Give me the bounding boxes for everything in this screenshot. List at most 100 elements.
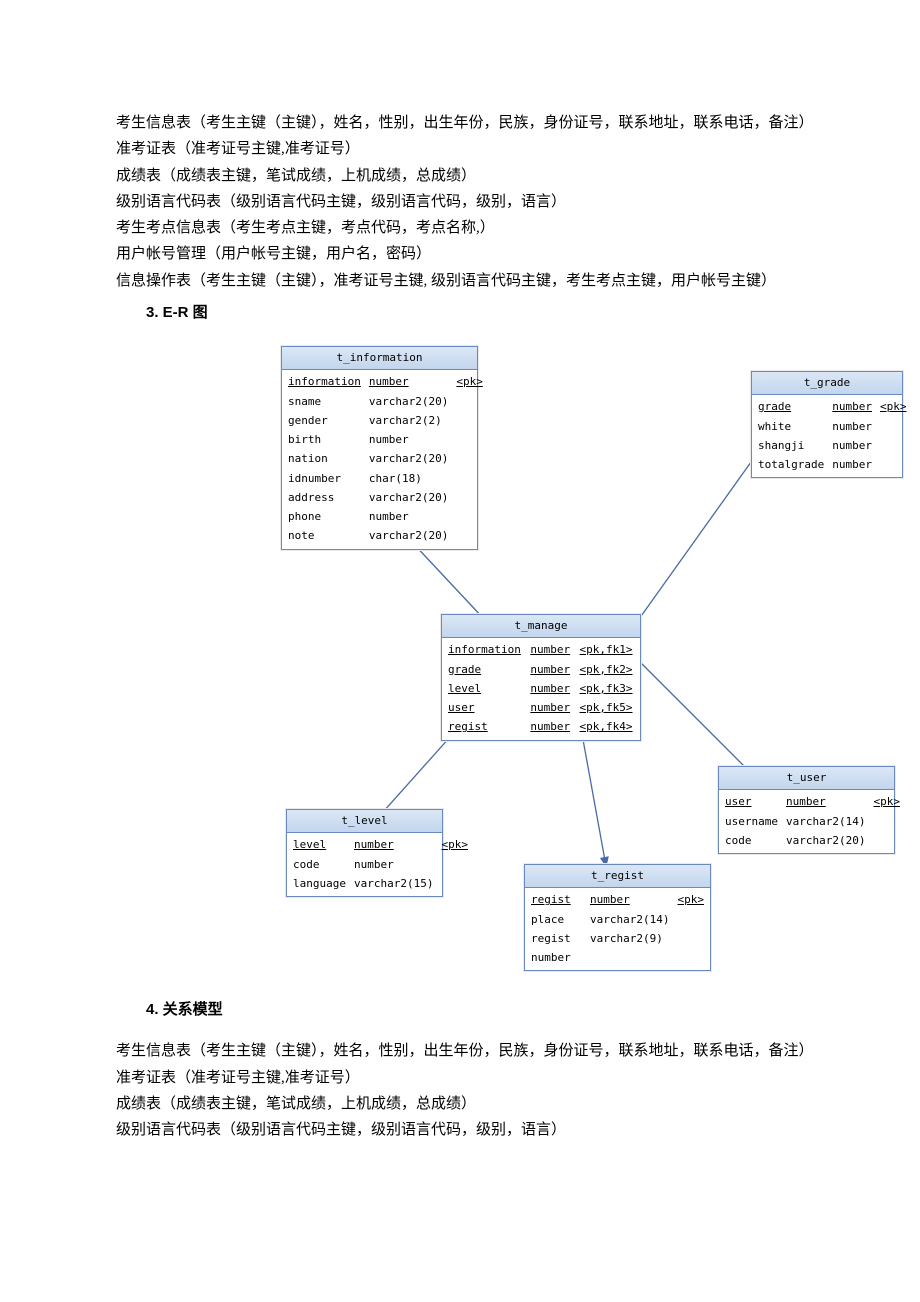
entity-body: information number <pk,fk1> grade number <pk,… [442,638,640,739]
field-type: varchar2(20) [786,831,865,850]
field-name: regist [448,717,522,736]
field-name: user [448,698,522,717]
sec4-line-2: 准考证表（准考证号主键,准考证号） [116,1065,820,1091]
entity-t-grade: t_grade gradenumber<pk>whitenumbershangj… [751,371,903,478]
field-type: varchar2(20) [369,392,448,411]
field-name: white [758,417,824,436]
field-key [873,831,900,850]
field-type: number [354,835,433,854]
field-type: number [369,430,448,449]
field-name: username [725,812,778,831]
field-name: phone [288,507,361,526]
field-name: idnumber [288,469,361,488]
field-key: <pk> [441,835,468,854]
field-key [880,455,907,474]
field-key: <pk> [873,792,900,811]
field-key: <pk,fk3> [580,679,634,698]
er-diagram: t_information information number <pk> sname… [196,341,886,961]
field-type: varchar2(15) [354,874,433,893]
entity-t-level: t_level levelnumber<pk>codenumberlanguag… [286,809,443,897]
field-type: number [832,417,872,436]
field-type: number [832,436,872,455]
field-key [456,430,483,449]
field-type: number [832,455,872,474]
field-type: number [530,640,571,659]
entity-body: levelnumber<pk>codenumberlanguagevarchar… [287,833,442,896]
top-line-6: 用户帐号管理（用户帐号主键，用户名，密码） [116,241,820,267]
field-key: <pk,fk5> [580,698,634,717]
field-type: number [530,698,571,717]
field-key [678,910,705,929]
field-key [678,929,705,968]
field-name: user [725,792,778,811]
field-name: information [288,372,361,391]
field-type: char(18) [369,469,448,488]
heading-er: 3. E-R 图 [116,300,820,326]
top-line-3: 成绩表（成绩表主键，笔试成绩，上机成绩，总成绩） [116,163,820,189]
field-name: code [293,855,346,874]
field-key [441,855,468,874]
field-key [456,469,483,488]
field-type: varchar2(20) [369,526,448,545]
field-name: information [448,640,522,659]
field-key [456,507,483,526]
field-name: sname [288,392,361,411]
field-name: place [531,910,582,929]
field-key [880,436,907,455]
sec4-line-3: 成绩表（成绩表主键，笔试成绩，上机成绩，总成绩） [116,1091,820,1117]
field-type: number [354,855,433,874]
field-name: address [288,488,361,507]
field-key: <pk> [880,397,907,416]
field-key [441,874,468,893]
field-type: number [530,717,571,736]
sec4-line-4: 级别语言代码表（级别语言代码主键，级别语言代码，级别，语言） [116,1117,820,1143]
field-name: grade [448,660,522,679]
entity-body: informationnumber<pk>snamevarchar2(20)ge… [282,370,477,548]
sec4-line-1: 考生信息表（考生主键（主键），姓名，性别，出生年份，民族，身份证号，联系地址，联… [116,1038,820,1064]
field-type: number [786,792,865,811]
field-type: varchar2(14) [590,910,669,929]
field-name: totalgrade [758,455,824,474]
entity-title: t_manage [442,615,640,638]
field-key [456,449,483,468]
entity-title: t_regist [525,865,710,888]
field-name: birth [288,430,361,449]
field-key: <pk> [456,372,483,391]
entity-t-user: t_user usernumber<pk>usernamevarchar2(14… [718,766,895,854]
field-type: varchar2(20) [369,488,448,507]
entity-t-information: t_information informationnumber<pk>sname… [281,346,478,550]
field-type: number [832,397,872,416]
top-line-4: 级别语言代码表（级别语言代码主键，级别语言代码，级别，语言） [116,189,820,215]
entity-body: gradenumber<pk>whitenumbershangjinumbert… [752,395,902,477]
top-line-1: 考生信息表（考生主键（主键），姓名，性别，出生年份，民族，身份证号，联系地址，联… [116,110,820,136]
entity-title: t_grade [752,372,902,395]
field-type: varchar2(9) [590,929,669,968]
field-name: level [448,679,522,698]
field-type: varchar2(2) [369,411,448,430]
page: 考生信息表（考生主键（主键），姓名，性别，出生年份，民族，身份证号，联系地址，联… [0,0,920,1203]
field-name: shangji [758,436,824,455]
field-name: language [293,874,346,893]
field-key: <pk,fk1> [580,640,634,659]
entity-title: t_level [287,810,442,833]
entity-title: t_information [282,347,477,370]
entity-title: t_user [719,767,894,790]
field-key: <pk> [678,890,705,909]
field-name: nation [288,449,361,468]
field-key [456,526,483,545]
field-key: <pk,fk4> [580,717,634,736]
entity-t-regist: t_regist registnumber<pk>placevarchar2(1… [524,864,711,971]
field-type: number [369,507,448,526]
field-key [456,488,483,507]
field-name: note [288,526,361,545]
field-name: code [725,831,778,850]
field-name: grade [758,397,824,416]
field-name: gender [288,411,361,430]
field-type: number [369,372,448,391]
field-key [880,417,907,436]
field-type: varchar2(14) [786,812,865,831]
top-line-7: 信息操作表（考生主键（主键），准考证号主键, 级别语言代码主键，考生考点主键，用… [116,268,820,294]
field-key [456,411,483,430]
top-line-2: 准考证表（准考证号主键,准考证号） [116,136,820,162]
field-key [873,812,900,831]
